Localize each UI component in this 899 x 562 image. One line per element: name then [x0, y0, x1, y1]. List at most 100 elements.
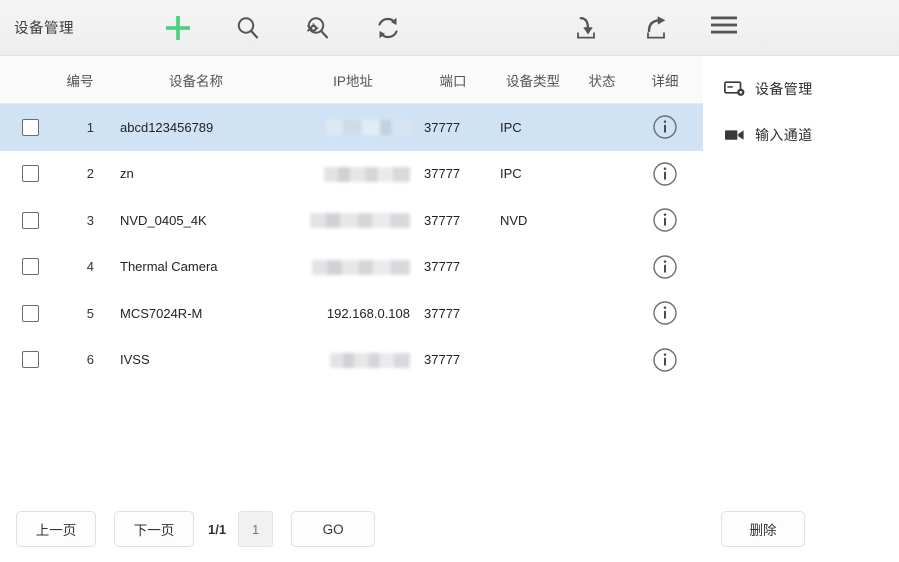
table-row[interactable]: 1 abcd123456789 37777 IPC: [0, 104, 703, 151]
detail-button[interactable]: [630, 300, 700, 326]
detail-button[interactable]: [630, 161, 700, 187]
pagination-bar: 上一页 下一页 1/1 GO 删除: [0, 496, 899, 562]
import-icon: [572, 14, 600, 42]
cell-no: 6: [86, 352, 94, 368]
detail-button[interactable]: [630, 114, 700, 140]
delete-button[interactable]: 删除: [721, 511, 805, 547]
cell-port: 37777: [424, 119, 461, 135]
detail-button[interactable]: [630, 347, 700, 373]
go-button[interactable]: GO: [291, 511, 376, 547]
top-toolbar: 设备管理: [0, 0, 899, 56]
row-checkbox-cell[interactable]: [0, 165, 60, 183]
row-checkbox[interactable]: [21, 304, 39, 322]
info-icon: [652, 207, 678, 233]
device-config-icon: [724, 78, 746, 100]
cell-port: 37777: [424, 166, 461, 182]
export-icon: [642, 14, 670, 42]
redacted-ip: [326, 120, 410, 136]
cell-name: NVD_0405_4K: [120, 212, 207, 228]
search-icon: [234, 14, 262, 42]
row-checkbox-cell[interactable]: [0, 211, 60, 229]
info-icon: [652, 300, 678, 326]
row-checkbox-cell[interactable]: [0, 304, 60, 322]
add-device-button[interactable]: [152, 4, 204, 52]
row-checkbox[interactable]: [21, 351, 39, 369]
page-title: 设备管理: [14, 21, 74, 37]
row-checkbox[interactable]: [21, 211, 39, 229]
hamburger-menu-icon: [709, 13, 739, 42]
cell-name: IVSS: [120, 352, 150, 368]
row-checkbox-cell[interactable]: [0, 258, 60, 276]
cell-ip: [292, 352, 414, 368]
table-body: 1 abcd123456789 37777 IPC 2 zn 37777 IPC 3 NVD_04…: [0, 104, 703, 383]
cell-port: 37777: [424, 212, 461, 228]
cell-ip: [292, 119, 414, 136]
cell-ip: [292, 166, 414, 182]
header-name: 设备名称: [169, 73, 223, 89]
cell-no: 1: [86, 119, 94, 135]
row-checkbox-cell[interactable]: [0, 118, 60, 136]
refresh-button[interactable]: [362, 4, 414, 52]
table-row[interactable]: 2 zn 37777 IPC: [0, 150, 703, 197]
search-settings-button[interactable]: [292, 4, 344, 52]
row-checkbox-cell[interactable]: [0, 351, 60, 369]
table-row[interactable]: 6 IVSS 37777: [0, 336, 703, 383]
toolbar-button-group: [152, 4, 700, 52]
cell-type: IPC: [500, 166, 522, 182]
plus-icon: [163, 13, 193, 43]
header-port: 端口: [439, 73, 467, 89]
redacted-ip: [330, 352, 410, 368]
detail-button[interactable]: [630, 207, 700, 233]
search-button[interactable]: [222, 4, 274, 52]
table-row[interactable]: 3 NVD_0405_4K 37777 NVD: [0, 197, 703, 244]
cell-port: 37777: [424, 352, 461, 368]
right-nav-panel: 设备管理 输入通道: [703, 56, 899, 496]
import-button[interactable]: [560, 4, 612, 52]
export-button[interactable]: [630, 4, 682, 52]
cell-type: NVD: [500, 212, 528, 228]
refresh-icon: [374, 14, 402, 42]
row-checkbox[interactable]: [21, 165, 39, 183]
sidebar-item-device-management[interactable]: 设备管理: [703, 66, 899, 112]
sidebar-label-device-management: 设备管理: [755, 81, 813, 97]
cell-ip: 192.168.0.108: [292, 306, 414, 321]
info-icon: [652, 254, 678, 280]
header-no: 编号: [66, 73, 94, 89]
cell-ip: [292, 212, 414, 229]
prev-page-button[interactable]: 上一页: [16, 511, 96, 547]
header-status: 状态: [588, 73, 616, 89]
row-checkbox[interactable]: [21, 118, 39, 136]
page-number-input[interactable]: [238, 511, 274, 547]
info-icon: [652, 161, 678, 187]
detail-button[interactable]: [630, 254, 700, 280]
cell-no: 3: [86, 212, 94, 228]
cell-no: 4: [86, 259, 94, 275]
next-page-button[interactable]: 下一页: [114, 511, 194, 547]
table-row[interactable]: 5 MCS7024R-M 192.168.0.108 37777: [0, 290, 703, 337]
cell-ip: [292, 259, 414, 275]
sidebar-label-input-channel: 输入通道: [755, 127, 813, 143]
device-table: 编号 设备名称 IP地址 端口 设备类型 状态 详细 1 abcd12345678…: [0, 56, 703, 496]
sidebar-item-input-channel[interactable]: 输入通道: [703, 112, 899, 158]
cell-ip-text: 192.168.0.108: [326, 305, 410, 321]
cell-type: IPC: [500, 119, 522, 135]
info-icon: [652, 114, 678, 140]
info-icon: [652, 347, 678, 373]
cell-name: Thermal Camera: [120, 259, 218, 275]
header-detail: 详细: [651, 73, 679, 89]
page-indicator: 1/1: [208, 521, 227, 537]
redacted-ip: [310, 213, 410, 229]
table-row[interactable]: 4 Thermal Camera 37777: [0, 243, 703, 290]
row-checkbox[interactable]: [21, 258, 39, 276]
search-gear-icon: [304, 14, 332, 42]
video-camera-icon: [724, 124, 746, 146]
cell-no: 2: [86, 166, 94, 182]
cell-port: 37777: [424, 305, 461, 321]
cell-name: MCS7024R-M: [120, 305, 203, 321]
hamburger-menu-button[interactable]: [700, 4, 748, 52]
cell-name: zn: [120, 166, 134, 182]
cell-port: 37777: [424, 259, 461, 275]
cell-name: abcd123456789: [120, 119, 214, 135]
redacted-ip: [312, 259, 410, 275]
header-ip: IP地址: [333, 73, 373, 89]
